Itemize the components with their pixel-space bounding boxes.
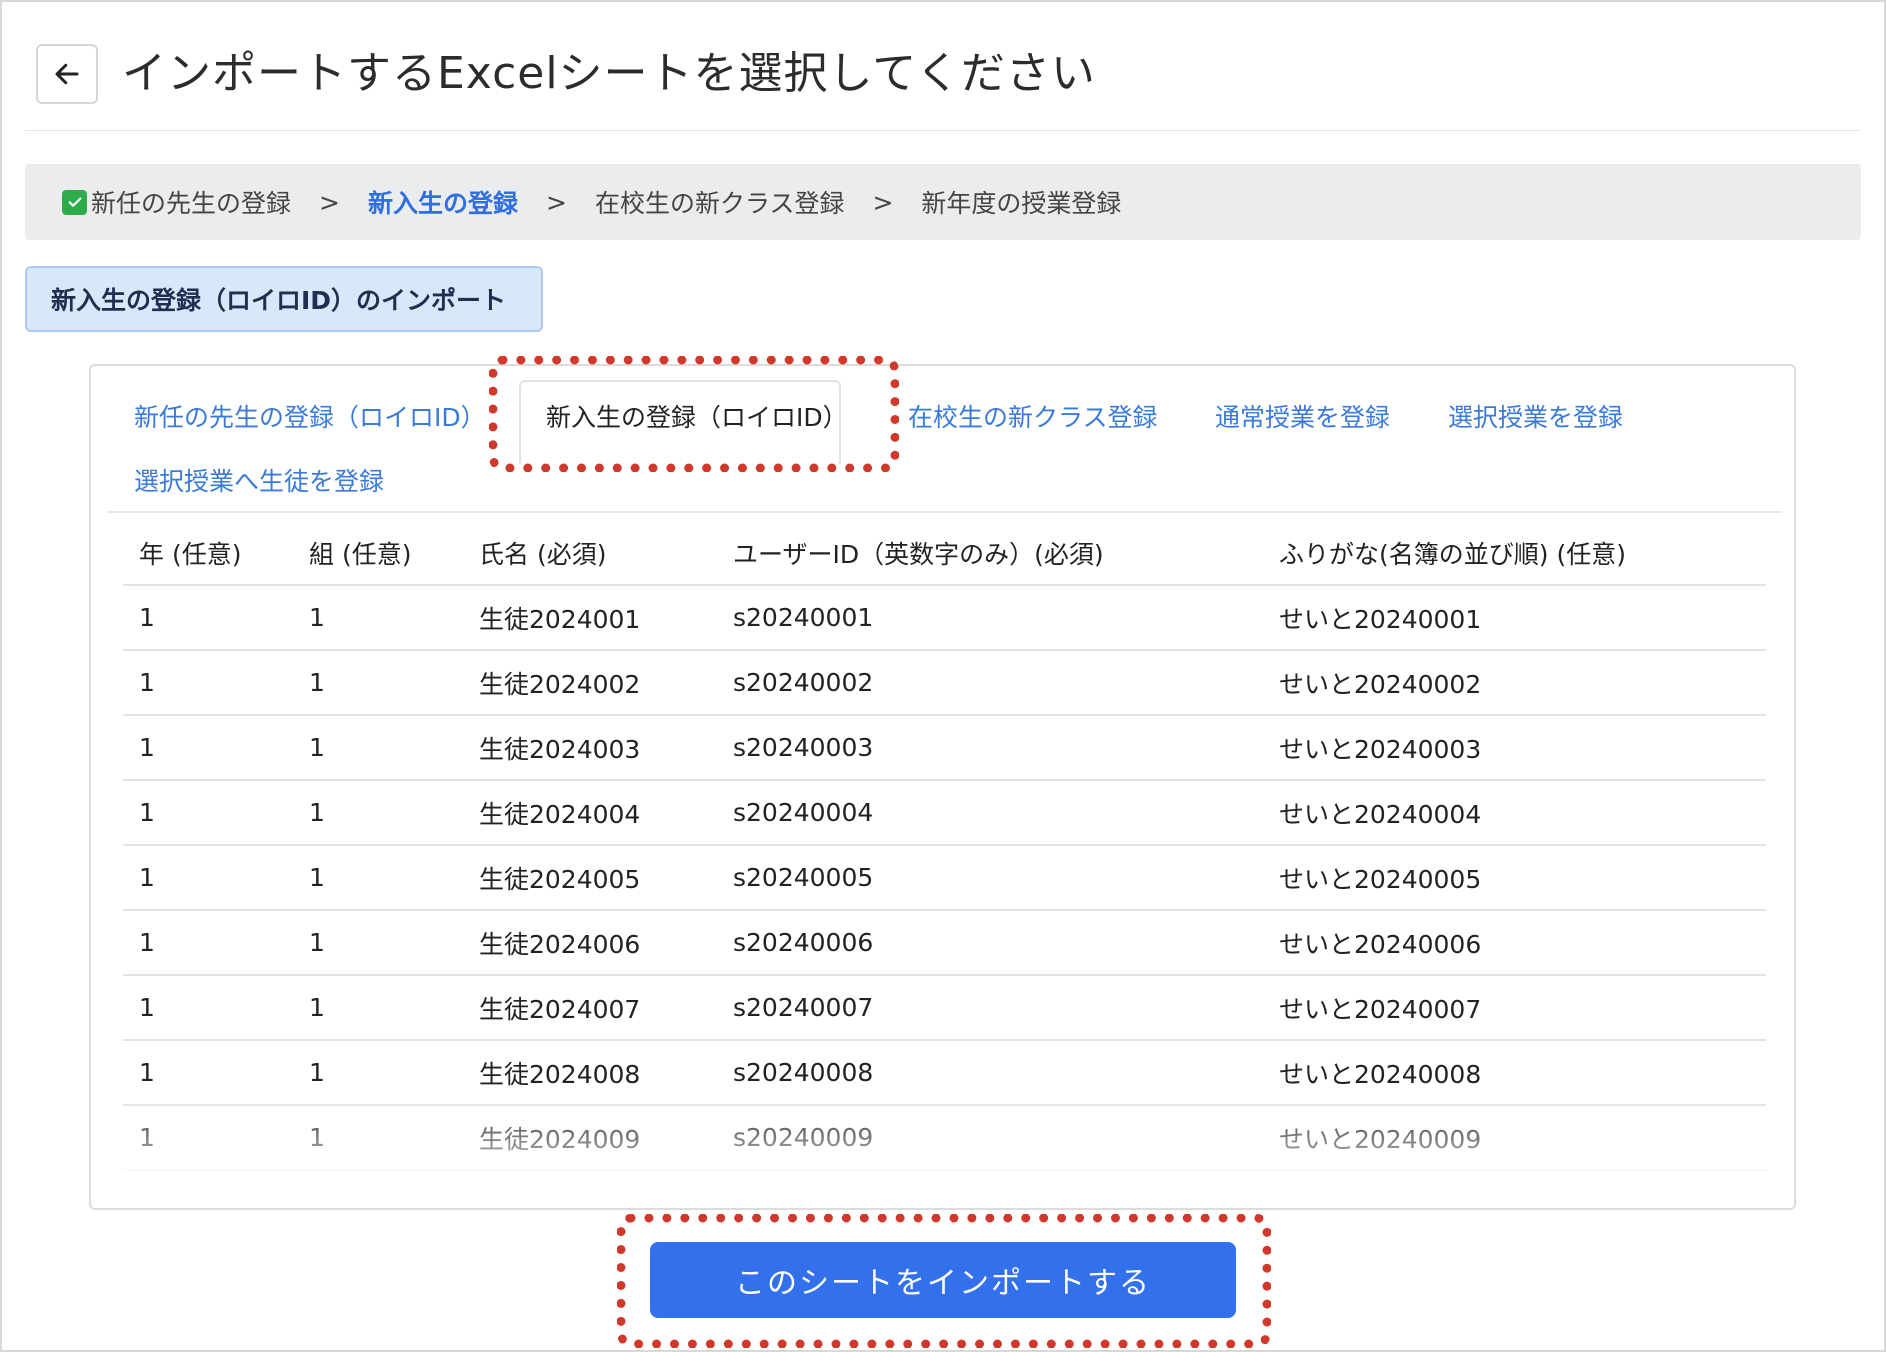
tab-new-teachers[interactable]: 新任の先生の登録（ロイロID）: [134, 400, 486, 436]
table-row: 1 1 生徒2024006 s20240006 せいと20240006: [123, 910, 1766, 976]
table-cell: s20240007: [717, 975, 1263, 1041]
column-header: 年 (任意): [123, 521, 293, 586]
breadcrumb-step-new-students: 新入生の登録: [367, 189, 518, 218]
table-cell: 1: [293, 1040, 463, 1106]
checkmark-icon: [62, 189, 87, 215]
table-header-row: 年 (任意) 組 (任意) 氏名 (必須) ユーザーID（英数字のみ）(必須) …: [123, 521, 1766, 586]
tab-regular-lessons[interactable]: 通常授業を登録: [1215, 400, 1390, 436]
table-cell: 生徒2024001: [463, 585, 717, 651]
table-cell: せいと20240002: [1263, 650, 1766, 716]
table-cell: 1: [293, 975, 463, 1041]
table-cell: せいと20240004: [1263, 780, 1766, 846]
header-divider: [25, 130, 1861, 131]
table-cell: 1: [123, 845, 293, 911]
table-cell: 1: [123, 585, 293, 651]
table-row: 1 1 生徒2024007 s20240007 せいと20240007: [123, 975, 1766, 1041]
breadcrumb: 新任の先生の登録 > 新入生の登録 > 在校生の新クラス登録 > 新年度の授業登…: [25, 164, 1861, 240]
back-button[interactable]: [36, 44, 98, 104]
table-row: 1 1 生徒2024003 s20240003 せいと20240003: [123, 715, 1766, 781]
table-cell: 1: [123, 1040, 293, 1106]
sheet-preview-table: 年 (任意) 組 (任意) 氏名 (必須) ユーザーID（英数字のみ）(必須) …: [123, 521, 1766, 1171]
table-cell: せいと20240007: [1263, 975, 1766, 1041]
breadcrumb-separator: >: [319, 187, 340, 217]
arrow-left-icon: [55, 63, 79, 85]
table-cell: せいと20240008: [1263, 1040, 1766, 1106]
table-cell: s20240001: [717, 585, 1263, 651]
breadcrumb-step-label: 新任の先生の登録: [91, 189, 292, 218]
table-cell: s20240008: [717, 1040, 1263, 1106]
tab-new-students[interactable]: 新入生の登録（ロイロID）: [546, 400, 848, 436]
table-cell: 生徒2024004: [463, 780, 717, 846]
breadcrumb-step-lessons: 新年度の授業登録: [921, 189, 1122, 218]
column-header: ユーザーID（英数字のみ）(必須): [717, 521, 1263, 586]
table-cell: s20240002: [717, 650, 1263, 716]
page-title: インポートするExcelシートを選択してください: [122, 48, 1096, 99]
column-header: 組 (任意): [293, 521, 463, 586]
table-cell: 生徒2024007: [463, 975, 717, 1041]
table-cell: s20240006: [717, 910, 1263, 976]
table-cell: 1: [293, 585, 463, 651]
table-cell: 生徒2024002: [463, 650, 717, 716]
table-row: 1 1 生徒2024005 s20240005 せいと20240005: [123, 845, 1766, 911]
table-cell: s20240003: [717, 715, 1263, 781]
table-cell: s20240009: [717, 1105, 1263, 1171]
table-cell: 1: [123, 1105, 293, 1171]
table-row: 1 1 生徒2024004 s20240004 せいと20240004: [123, 780, 1766, 846]
table-cell: せいと20240009: [1263, 1105, 1766, 1171]
column-header: 氏名 (必須): [463, 521, 717, 586]
table-cell: 1: [293, 1105, 463, 1171]
table-cell: 1: [293, 845, 463, 911]
table-cell: 1: [123, 975, 293, 1041]
table-cell: 1: [123, 780, 293, 846]
import-type-label: 新入生の登録（ロイロID）のインポート: [25, 266, 543, 332]
breadcrumb-separator: >: [545, 187, 567, 217]
table-row: 1 1 生徒2024002 s20240002 せいと20240002: [123, 650, 1766, 716]
breadcrumb-step-class-assignment: 在校生の新クラス登録: [594, 189, 845, 218]
breadcrumb-step-teachers: 新任の先生の登録: [62, 184, 291, 220]
tab-elective-students[interactable]: 選択授業へ生徒を登録: [134, 464, 384, 500]
table-cell: せいと20240001: [1263, 585, 1766, 651]
table-cell: 生徒2024008: [463, 1040, 717, 1106]
import-sheet-button[interactable]: このシートをインポートする: [650, 1242, 1236, 1318]
table-cell: 生徒2024005: [463, 845, 717, 911]
table-cell: せいと20240006: [1263, 910, 1766, 976]
table-row: 1 1 生徒2024009 s20240009 せいと20240009: [123, 1105, 1766, 1171]
breadcrumb-separator: >: [872, 187, 894, 217]
sheet-panel: 新任の先生の登録（ロイロID） 新入生の登録（ロイロID） 在校生の新クラス登録…: [89, 364, 1796, 1210]
table-cell: s20240004: [717, 780, 1263, 846]
table-cell: s20240005: [717, 845, 1263, 911]
table-cell: 1: [293, 910, 463, 976]
table-cell: せいと20240005: [1263, 845, 1766, 911]
tabs-divider: [107, 511, 1782, 513]
table-cell: 1: [123, 910, 293, 976]
tab-class-assignment[interactable]: 在校生の新クラス登録: [908, 400, 1158, 436]
column-header: ふりがな(名簿の並び順) (任意): [1263, 521, 1766, 586]
table-cell: 1: [293, 780, 463, 846]
table-cell: 1: [293, 650, 463, 716]
table-row: 1 1 生徒2024001 s20240001 せいと20240001: [123, 585, 1766, 651]
table-cell: 生徒2024009: [463, 1105, 717, 1171]
table-cell: 生徒2024003: [463, 715, 717, 781]
table-cell: 1: [123, 650, 293, 716]
tab-elective-lessons[interactable]: 選択授業を登録: [1448, 400, 1623, 436]
table-cell: せいと20240003: [1263, 715, 1766, 781]
table-cell: 生徒2024006: [463, 910, 717, 976]
table-cell: 1: [123, 715, 293, 781]
table-cell: 1: [293, 715, 463, 781]
table-row: 1 1 生徒2024008 s20240008 せいと20240008: [123, 1040, 1766, 1106]
